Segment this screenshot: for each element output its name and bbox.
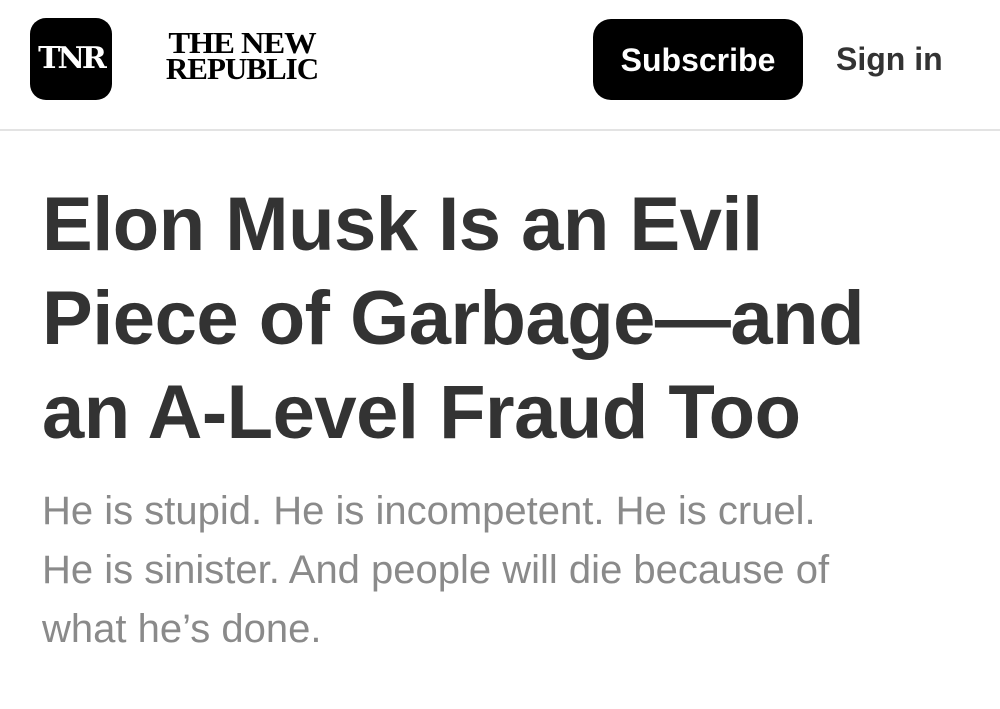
headline-line-2: Piece of Garbage—and xyxy=(42,276,865,361)
dek-line-3: what he’s done. xyxy=(42,607,322,651)
tnr-logo-icon[interactable]: TNR xyxy=(30,18,112,100)
site-header: TNR THE NEW REPUBLIC Subscribe Sign in xyxy=(0,0,1000,131)
dek-line-2: He is sinister. And people will die beca… xyxy=(42,548,830,592)
article-dek: He is stupid. He is incompetent. He is c… xyxy=(42,482,972,659)
article-headline: Elon Musk Is an Evil Piece of Garbage—an… xyxy=(42,178,972,460)
dek-line-1: He is stupid. He is incompetent. He is c… xyxy=(42,489,816,533)
headline-line-1: Elon Musk Is an Evil xyxy=(42,182,763,267)
article-page: TNR THE NEW REPUBLIC Subscribe Sign in E… xyxy=(0,0,1000,709)
wordmark-line-2: REPUBLIC xyxy=(165,51,319,86)
headline-line-3: an A-Level Fraud Too xyxy=(42,370,801,455)
subscribe-button[interactable]: Subscribe xyxy=(593,19,803,100)
the-new-republic-wordmark[interactable]: THE NEW REPUBLIC xyxy=(142,27,342,86)
sign-in-link[interactable]: Sign in xyxy=(836,19,943,100)
